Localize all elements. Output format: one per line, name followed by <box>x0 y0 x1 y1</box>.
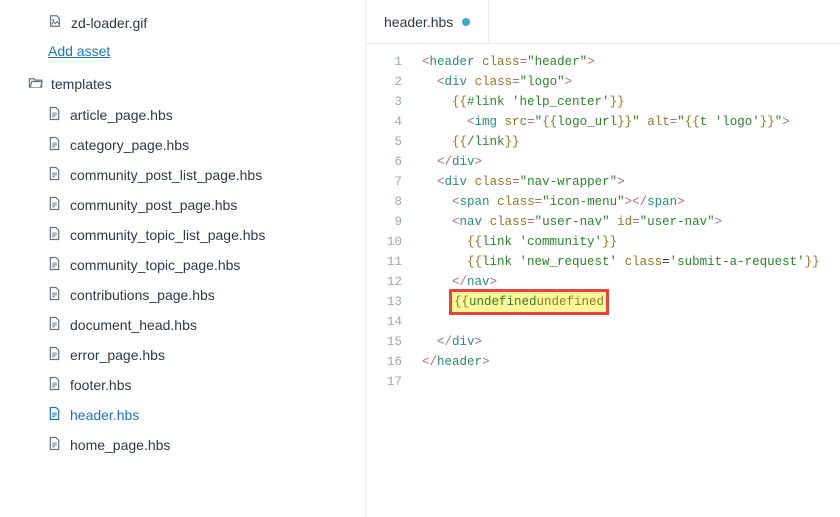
template-file-row[interactable]: community_topic_list_page.hbs <box>28 220 345 250</box>
file-icon <box>48 436 61 454</box>
file-label: community_topic_page.hbs <box>70 257 240 273</box>
template-file-row[interactable]: contributions_page.hbs <box>28 280 345 310</box>
code-line: {{#link 'help_center'}} <box>422 92 840 112</box>
template-file-row[interactable]: community_post_list_page.hbs <box>28 160 345 190</box>
file-icon <box>48 166 61 184</box>
file-label: community_topic_list_page.hbs <box>70 227 265 243</box>
file-icon <box>48 316 61 334</box>
template-file-row[interactable]: header.hbs <box>28 400 345 430</box>
file-icon <box>48 406 61 424</box>
template-file-row[interactable]: error_page.hbs <box>28 340 345 370</box>
code-line: <img src="{{logo_url}}" alt="{{t 'logo'}… <box>422 112 840 132</box>
template-file-row[interactable]: home_page.hbs <box>28 430 345 460</box>
line-number: 12 <box>366 272 402 292</box>
line-number: 9 <box>366 212 402 232</box>
file-list: article_page.hbs category_page.hbscommuni… <box>28 100 345 460</box>
code-line: </div> <box>422 152 840 172</box>
file-icon <box>48 376 61 394</box>
line-number: 17 <box>366 372 402 392</box>
code-line: </header> <box>422 352 840 372</box>
file-icon <box>48 136 61 154</box>
file-icon <box>48 106 61 124</box>
code-line: </div> <box>422 332 840 352</box>
code-line: <header class="header"> <box>422 52 840 72</box>
file-label: home_page.hbs <box>70 437 170 453</box>
asset-file-row[interactable]: zd-loader.gif <box>28 8 345 37</box>
code-line <box>422 372 840 392</box>
tab-header-hbs[interactable]: header.hbs <box>366 0 489 43</box>
line-number: 1 <box>366 52 402 72</box>
code-editor[interactable]: 1234567891011121314151617 <header class=… <box>366 44 840 517</box>
add-asset-link[interactable]: Add asset <box>48 43 110 59</box>
file-label: footer.hbs <box>70 377 132 393</box>
file-label: category_page.hbs <box>70 137 189 153</box>
file-icon <box>48 196 61 214</box>
file-label: error_page.hbs <box>70 347 165 363</box>
line-number: 10 <box>366 232 402 252</box>
line-number: 7 <box>366 172 402 192</box>
tab-bar: header.hbs <box>366 0 840 44</box>
line-number: 15 <box>366 332 402 352</box>
folder-open-icon <box>28 75 43 92</box>
code-line: <span class="icon-menu"></span> <box>422 192 840 212</box>
line-number: 3 <box>366 92 402 112</box>
line-number-gutter: 1234567891011121314151617 <box>366 52 422 517</box>
code-line: {{link 'community'}} <box>422 232 840 252</box>
line-number: 2 <box>366 72 402 92</box>
code-line: {{link 'new_request' class='submit-a-req… <box>422 252 840 272</box>
editor-pane: header.hbs 1234567891011121314151617 <he… <box>365 0 840 517</box>
line-number: 5 <box>366 132 402 152</box>
line-number: 6 <box>366 152 402 172</box>
image-icon <box>48 14 62 31</box>
code-line: </nav> <box>422 272 840 292</box>
template-file-row[interactable]: document_head.hbs <box>28 310 345 340</box>
line-number: 16 <box>366 352 402 372</box>
file-label: zd-loader.gif <box>71 15 147 31</box>
template-file-row[interactable]: community_topic_page.hbs <box>28 250 345 280</box>
file-icon <box>48 256 61 274</box>
modified-indicator-icon <box>462 18 470 26</box>
folder-label: templates <box>51 76 112 92</box>
file-icon <box>48 286 61 304</box>
code-line: <nav class="user-nav" id="user-nav"> <box>422 212 840 232</box>
folder-row-templates[interactable]: templates <box>28 63 345 100</box>
file-icon <box>48 346 61 364</box>
line-number: 14 <box>366 312 402 332</box>
line-number: 8 <box>366 192 402 212</box>
code-line: {{/link}} <box>422 132 840 152</box>
file-label: article_page.hbs <box>70 107 173 123</box>
line-number: 13 <box>366 292 402 312</box>
code-content[interactable]: <header class="header"> <div class="logo… <box>422 52 840 517</box>
highlighted-code: {{undefinedundefined <box>452 292 606 312</box>
template-file-row[interactable]: footer.hbs <box>28 370 345 400</box>
file-label: contributions_page.hbs <box>70 287 215 303</box>
file-label: community_post_page.hbs <box>70 197 237 213</box>
code-line: <div class="logo"> <box>422 72 840 92</box>
code-line: <div class="nav-wrapper"> <box>422 172 840 192</box>
file-icon <box>48 226 61 244</box>
template-file-row[interactable]: article_page.hbs <box>28 100 345 130</box>
line-number: 4 <box>366 112 402 132</box>
code-line: {{undefinedundefined <box>422 292 840 312</box>
tab-label: header.hbs <box>384 14 453 30</box>
file-label: document_head.hbs <box>70 317 197 333</box>
line-number: 11 <box>366 252 402 272</box>
file-label: header.hbs <box>70 407 139 423</box>
file-tree-sidebar: zd-loader.gif Add asset templates articl… <box>0 0 365 517</box>
template-file-row[interactable]: community_post_page.hbs <box>28 190 345 220</box>
file-label: community_post_list_page.hbs <box>70 167 262 183</box>
code-line <box>422 312 840 332</box>
template-file-row[interactable]: category_page.hbs <box>28 130 345 160</box>
